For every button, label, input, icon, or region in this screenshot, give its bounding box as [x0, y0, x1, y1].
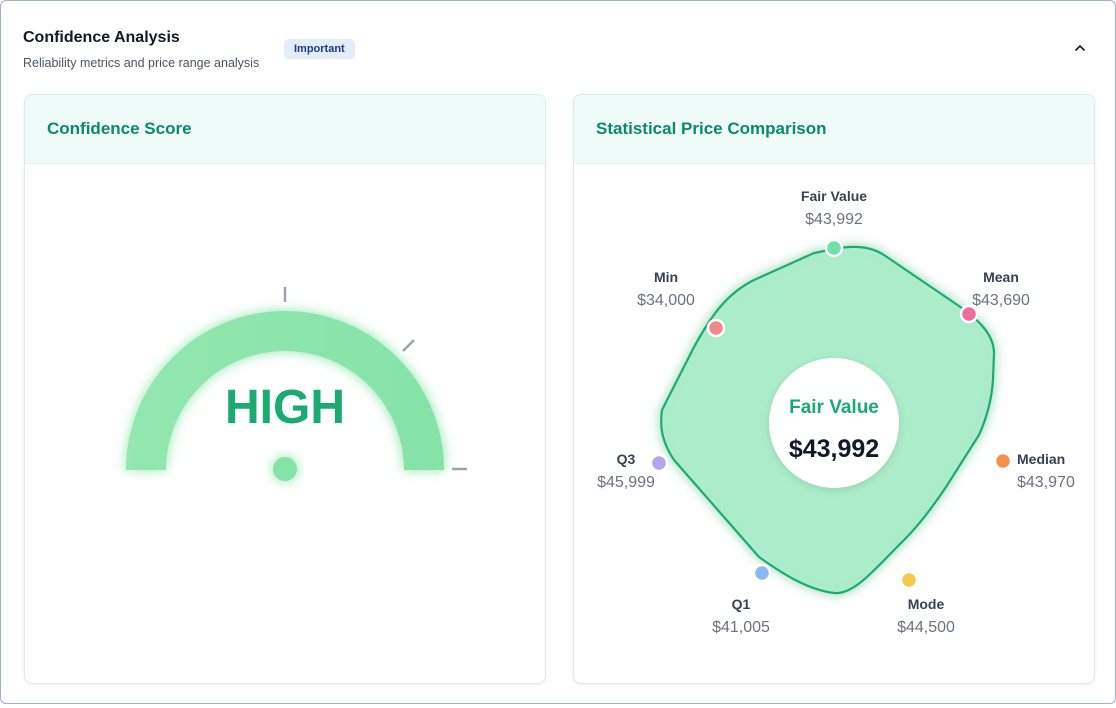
radar-point-value: $41,005: [712, 619, 770, 636]
radar-point-label: Fair Value: [801, 188, 867, 204]
radar-point-value: $45,999: [597, 474, 655, 491]
radar-point-median[interactable]: Median $43,970: [993, 451, 1075, 491]
radar-point-marker[interactable]: [706, 318, 726, 338]
price-radar-chart: Fair Value $43,992 Fair Value $43,992 Mean…: [597, 188, 1075, 636]
radar-point-q1[interactable]: Q1 $41,005: [712, 563, 772, 636]
radar-point-label: Median: [1017, 451, 1065, 467]
radar-point-value: $44,500: [897, 619, 955, 636]
chevron-up-icon: [1075, 45, 1085, 51]
radar-point-marker[interactable]: [899, 570, 919, 590]
center-label: Fair Value: [789, 397, 879, 418]
radar-point-label: Min: [654, 269, 678, 285]
radar-point-min[interactable]: Min $34,000: [637, 269, 726, 338]
radar-point-fair-value[interactable]: Fair Value $43,992: [801, 188, 867, 258]
radar-point-label: Mode: [908, 596, 945, 612]
radar-point-value: $34,000: [637, 292, 695, 309]
confidence-analysis-card: Confidence Analysis Reliability metrics …: [0, 0, 1116, 704]
card-title: Confidence Analysis: [23, 29, 180, 46]
radar-point-value: $43,970: [1017, 474, 1075, 491]
confidence-gauge: HIGH: [126, 287, 467, 481]
radar-point-marker[interactable]: [824, 238, 844, 258]
radar-center-disc: [769, 358, 899, 488]
radar-point-label: Q1: [732, 596, 751, 612]
collapse-button[interactable]: [1069, 37, 1091, 59]
card-subtitle: Reliability metrics and price range anal…: [23, 56, 260, 70]
radar-point-label: Q3: [617, 451, 636, 467]
radar-point-marker[interactable]: [649, 453, 669, 473]
radar-point-q3[interactable]: Q3 $45,999: [597, 451, 669, 491]
radar-point-marker[interactable]: [752, 563, 772, 583]
radar-point-label: Mean: [983, 269, 1019, 285]
gauge-needle-pivot: [273, 457, 297, 481]
statistical-price-comparison-panel: Statistical Price Comparison Fair Value …: [573, 94, 1095, 684]
radar-point-mode[interactable]: Mode $44,500: [897, 570, 955, 636]
radar-point-value: $43,992: [805, 211, 863, 228]
confidence-level-text: HIGH: [225, 381, 345, 434]
gauge-tick-upper-right: [402, 339, 415, 352]
radar-point-marker[interactable]: [993, 451, 1013, 471]
radar-point-value: $43,690: [972, 292, 1030, 309]
important-badge: Important: [284, 39, 355, 59]
center-value: $43,992: [789, 435, 879, 463]
confidence-score-panel: Confidence Score HIGH: [24, 94, 546, 684]
radar-point-mean[interactable]: Mean $43,690: [959, 269, 1030, 324]
